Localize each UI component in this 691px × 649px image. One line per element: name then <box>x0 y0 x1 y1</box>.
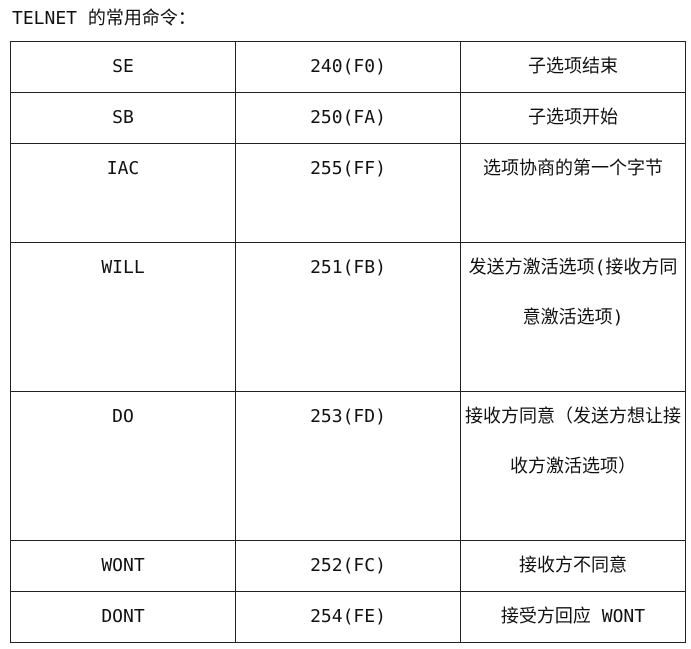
table-row: IAC 255(FF) 选项协商的第一个字节 <box>10 143 686 243</box>
command-description-cell: 接受方回应 WONT <box>460 591 686 643</box>
telnet-command-table: SE 240(F0) 子选项结束 SB 250(FA) 子选项开始 IAC 25… <box>10 41 686 643</box>
command-name-cell: WONT <box>10 540 236 592</box>
document-heading: TELNET 的常用命令： <box>12 8 196 29</box>
table-row: SB 250(FA) 子选项开始 <box>10 92 686 144</box>
command-code-cell: 251(FB) <box>235 242 461 392</box>
command-code-cell: 255(FF) <box>235 143 461 243</box>
command-description-cell: 接收方不同意 <box>460 540 686 592</box>
table-row: WONT 252(FC) 接收方不同意 <box>10 540 686 592</box>
table-row: SE 240(F0) 子选项结束 <box>10 41 686 93</box>
command-description-cell: 选项协商的第一个字节 <box>460 143 686 243</box>
command-name-cell: DO <box>10 391 236 541</box>
command-description-cell: 子选项结束 <box>460 41 686 93</box>
command-name-cell: DONT <box>10 591 236 643</box>
table-row: DO 253(FD) 接收方同意（发送方想让接收方激活选项） <box>10 391 686 541</box>
command-code-cell: 252(FC) <box>235 540 461 592</box>
command-description-cell: 子选项开始 <box>460 92 686 144</box>
command-code-cell: 250(FA) <box>235 92 461 144</box>
command-name-cell: SB <box>10 92 236 144</box>
command-description-cell: 发送方激活选项(接收方同意激活选项) <box>460 242 686 392</box>
command-name-cell: IAC <box>10 143 236 243</box>
table-row: DONT 254(FE) 接受方回应 WONT <box>10 591 686 643</box>
command-code-cell: 240(F0) <box>235 41 461 93</box>
command-code-cell: 254(FE) <box>235 591 461 643</box>
command-description-cell: 接收方同意（发送方想让接收方激活选项） <box>460 391 686 541</box>
command-code-cell: 253(FD) <box>235 391 461 541</box>
table-row: WILL 251(FB) 发送方激活选项(接收方同意激活选项) <box>10 242 686 392</box>
command-name-cell: SE <box>10 41 236 93</box>
command-name-cell: WILL <box>10 242 236 392</box>
